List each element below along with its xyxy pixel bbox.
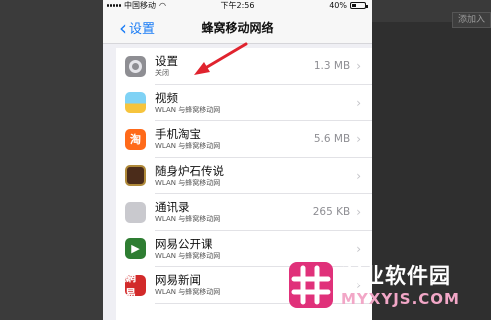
app-row[interactable]: 淘手机淘宝 WLAN 与蜂窝移动网 5.6 MB › [116, 121, 372, 158]
chevron-right-icon: › [356, 205, 361, 220]
status-bar: 中国移动 ◠ 下午2:56 40% [103, 0, 372, 11]
background-left-panel [0, 0, 103, 320]
app-network-setting: WLAN 与蜂窝移动网 [155, 215, 221, 224]
battery-percent: 40% [329, 1, 347, 10]
app-name: 手机淘宝 [155, 127, 201, 142]
app-data-usage: 265 KB [312, 206, 351, 219]
status-right: 40% [329, 0, 368, 11]
app-row[interactable]: 随身炉石传说 WLAN 与蜂窝移动网 › [116, 158, 372, 194]
app-row[interactable]: 通讯录 WLAN 与蜂窝移动网 265 KB › [116, 194, 372, 231]
annotation-arrow [194, 42, 248, 75]
watermark-logo [289, 262, 333, 308]
chevron-right-icon: › [356, 95, 361, 110]
app-text: 视频 WLAN 与蜂窝移动网 [155, 91, 350, 115]
app-network-setting: WLAN 与蜂窝移动网 [155, 178, 221, 187]
video-icon [125, 92, 146, 114]
app-network-setting: WLAN 与蜂窝移动网 [155, 105, 221, 114]
app-data-usage: 5.6 MB [313, 133, 351, 146]
chevron-right-icon: › [356, 132, 361, 147]
app-text: 通讯录 WLAN 与蜂窝移动网 [155, 200, 313, 224]
chevron-right-icon: › [356, 59, 361, 74]
app-name: 随身炉石传说 [155, 163, 224, 178]
app-network-setting: WLAN 与蜂窝移动网 [155, 142, 221, 151]
taobao-icon: 淘 [125, 128, 146, 150]
app-row[interactable]: 视频 WLAN 与蜂窝移动网 › [116, 85, 372, 121]
app-name: 网易公开课 [155, 236, 213, 251]
app-data-usage: 1.3 MB [313, 60, 351, 73]
chevron-right-icon: › [356, 168, 361, 183]
battery-icon [350, 2, 368, 9]
watermark-url: MYXYJS.COM [341, 290, 460, 308]
app-text: 随身炉石传说 WLAN 与蜂窝移动网 [155, 164, 350, 188]
page-title: 蜂窝移动网络 [201, 21, 274, 35]
open-course-icon: ▶ [125, 238, 146, 260]
contacts-icon [125, 201, 146, 223]
app-text: 手机淘宝 WLAN 与蜂窝移动网 [155, 127, 314, 151]
app-name: 视频 [155, 90, 178, 105]
hearthstone-icon [125, 165, 146, 187]
watermark-title: 兴业软件园 [341, 264, 451, 288]
app-name: 通讯录 [155, 200, 190, 215]
settings-icon [125, 55, 146, 77]
battery-fill [352, 4, 356, 7]
watermark: 兴业软件园 MYXYJS.COM [285, 250, 491, 320]
netease-news-icon: 網易 [125, 271, 146, 300]
background-right-button: 添加入 [452, 12, 491, 28]
